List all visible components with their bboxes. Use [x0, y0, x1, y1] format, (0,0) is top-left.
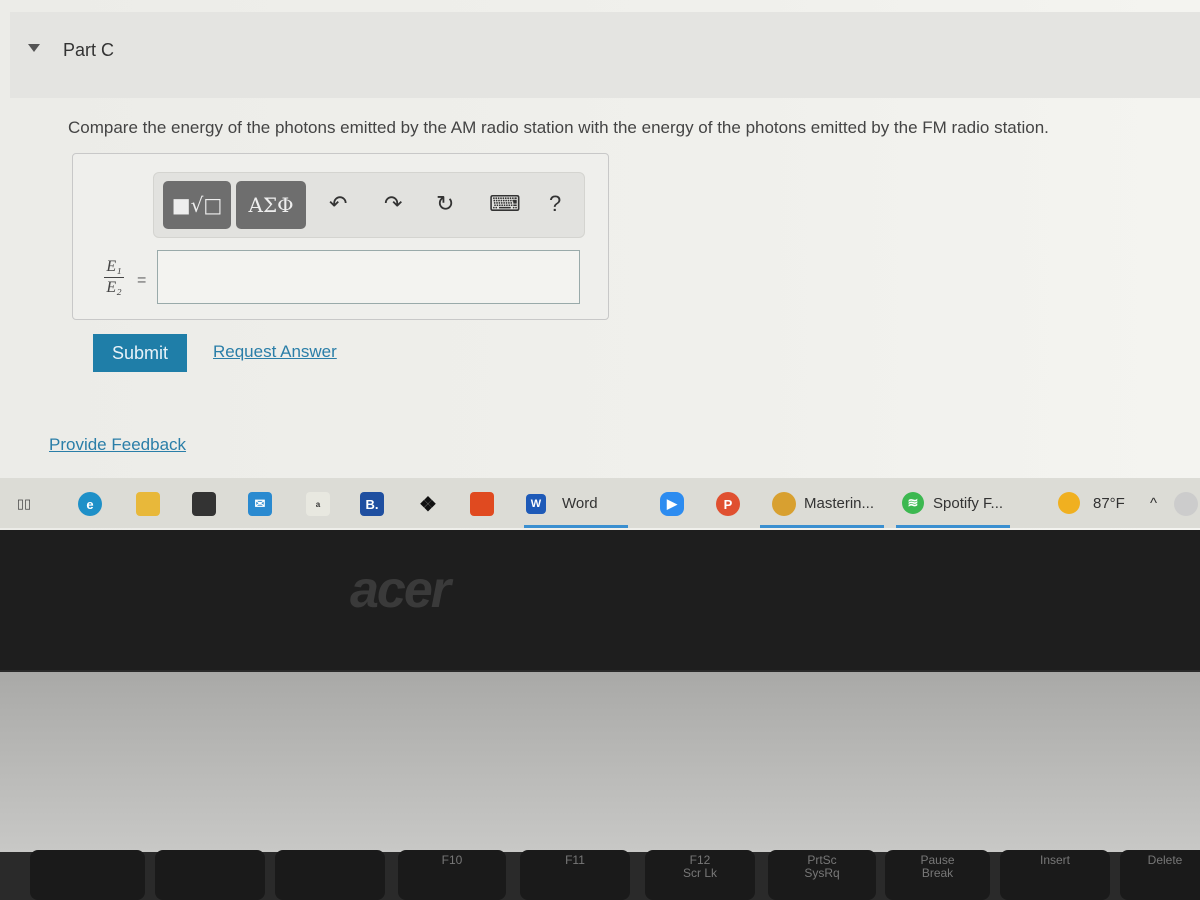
greek-symbols-button[interactable]: ΑΣΦ	[236, 181, 306, 229]
office-icon[interactable]	[470, 492, 494, 516]
key-f11[interactable]: F11	[520, 850, 630, 900]
spotify-label[interactable]: Spotify F...	[933, 495, 1003, 512]
numerator: E₁	[106, 258, 122, 275]
key-pause[interactable]: Pause Break	[885, 850, 990, 900]
dropbox-icon[interactable]: ❖	[416, 492, 440, 516]
question-text: Compare the energy of the photons emitte…	[68, 118, 1049, 137]
request-answer-link[interactable]: Request Answer	[213, 342, 337, 362]
laptop-bezel	[0, 530, 1200, 670]
key-f8[interactable]	[155, 850, 265, 900]
denominator: E₂	[106, 279, 122, 296]
temperature[interactable]: 87°F	[1093, 495, 1125, 512]
file-explorer-icon[interactable]	[136, 492, 160, 516]
word-label[interactable]: Word	[562, 495, 598, 512]
booking-icon[interactable]: B.	[360, 492, 384, 516]
part-header[interactable]	[10, 12, 1200, 98]
taskbar: ▯▯ e ✉ a B. ❖ W Word ▶ P Masterin... ≋ S…	[0, 478, 1200, 528]
key-f7[interactable]	[30, 850, 145, 900]
math-toolbar: ■√□ ΑΣΦ ↶ ↷ ↻ ⌨ ?	[153, 172, 585, 238]
weather-sun-icon[interactable]	[1058, 492, 1080, 514]
submit-button[interactable]: Submit	[93, 334, 187, 372]
chrome-indicator	[760, 525, 884, 528]
key-delete[interactable]: Delete	[1120, 850, 1200, 900]
key-insert[interactable]: Insert	[1000, 850, 1110, 900]
key-f10[interactable]: F10	[398, 850, 506, 900]
ratio-label: E₁ E₂	[104, 258, 124, 297]
tray-chevron-icon[interactable]: ^	[1150, 495, 1157, 512]
collapse-triangle-icon[interactable]	[28, 44, 40, 52]
word-indicator	[524, 525, 628, 528]
task-view-icon[interactable]: ▯▯	[12, 492, 36, 516]
help-icon[interactable]: ?	[549, 191, 561, 217]
provide-feedback-link[interactable]: Provide Feedback	[49, 435, 186, 455]
acer-logo: acer	[350, 561, 451, 619]
answer-input[interactable]	[157, 250, 580, 304]
spotify-icon[interactable]: ≋	[902, 492, 924, 514]
chrome-label[interactable]: Masterin...	[804, 495, 874, 512]
amazon-icon[interactable]: a	[306, 492, 330, 516]
laptop-deck	[0, 672, 1200, 852]
undo-icon[interactable]: ↶	[329, 191, 347, 217]
zoom-icon[interactable]: ▶	[660, 492, 684, 516]
mail-icon[interactable]: ✉	[248, 492, 272, 516]
chrome-icon[interactable]	[772, 492, 796, 516]
part-title: Part C	[63, 40, 115, 60]
powerpoint-icon[interactable]: P	[716, 492, 740, 516]
word-icon[interactable]: W	[526, 494, 546, 514]
templates-button[interactable]: ■√□	[163, 181, 231, 229]
key-f12[interactable]: F12 Scr Lk	[645, 850, 755, 900]
equals-sign: =	[137, 272, 147, 289]
keyboard-icon[interactable]: ⌨	[489, 191, 521, 217]
onedrive-icon[interactable]	[1174, 492, 1198, 516]
store-icon[interactable]	[192, 492, 216, 516]
spotify-indicator	[896, 525, 1010, 528]
key-prtsc[interactable]: PrtSc SysRq	[768, 850, 876, 900]
reset-icon[interactable]: ↻	[436, 191, 454, 217]
redo-icon[interactable]: ↷	[384, 191, 402, 217]
key-f9[interactable]	[275, 850, 385, 900]
browser-screen: Part C Compare the energy of the photons…	[0, 0, 1200, 530]
edge-icon[interactable]: e	[78, 492, 102, 516]
